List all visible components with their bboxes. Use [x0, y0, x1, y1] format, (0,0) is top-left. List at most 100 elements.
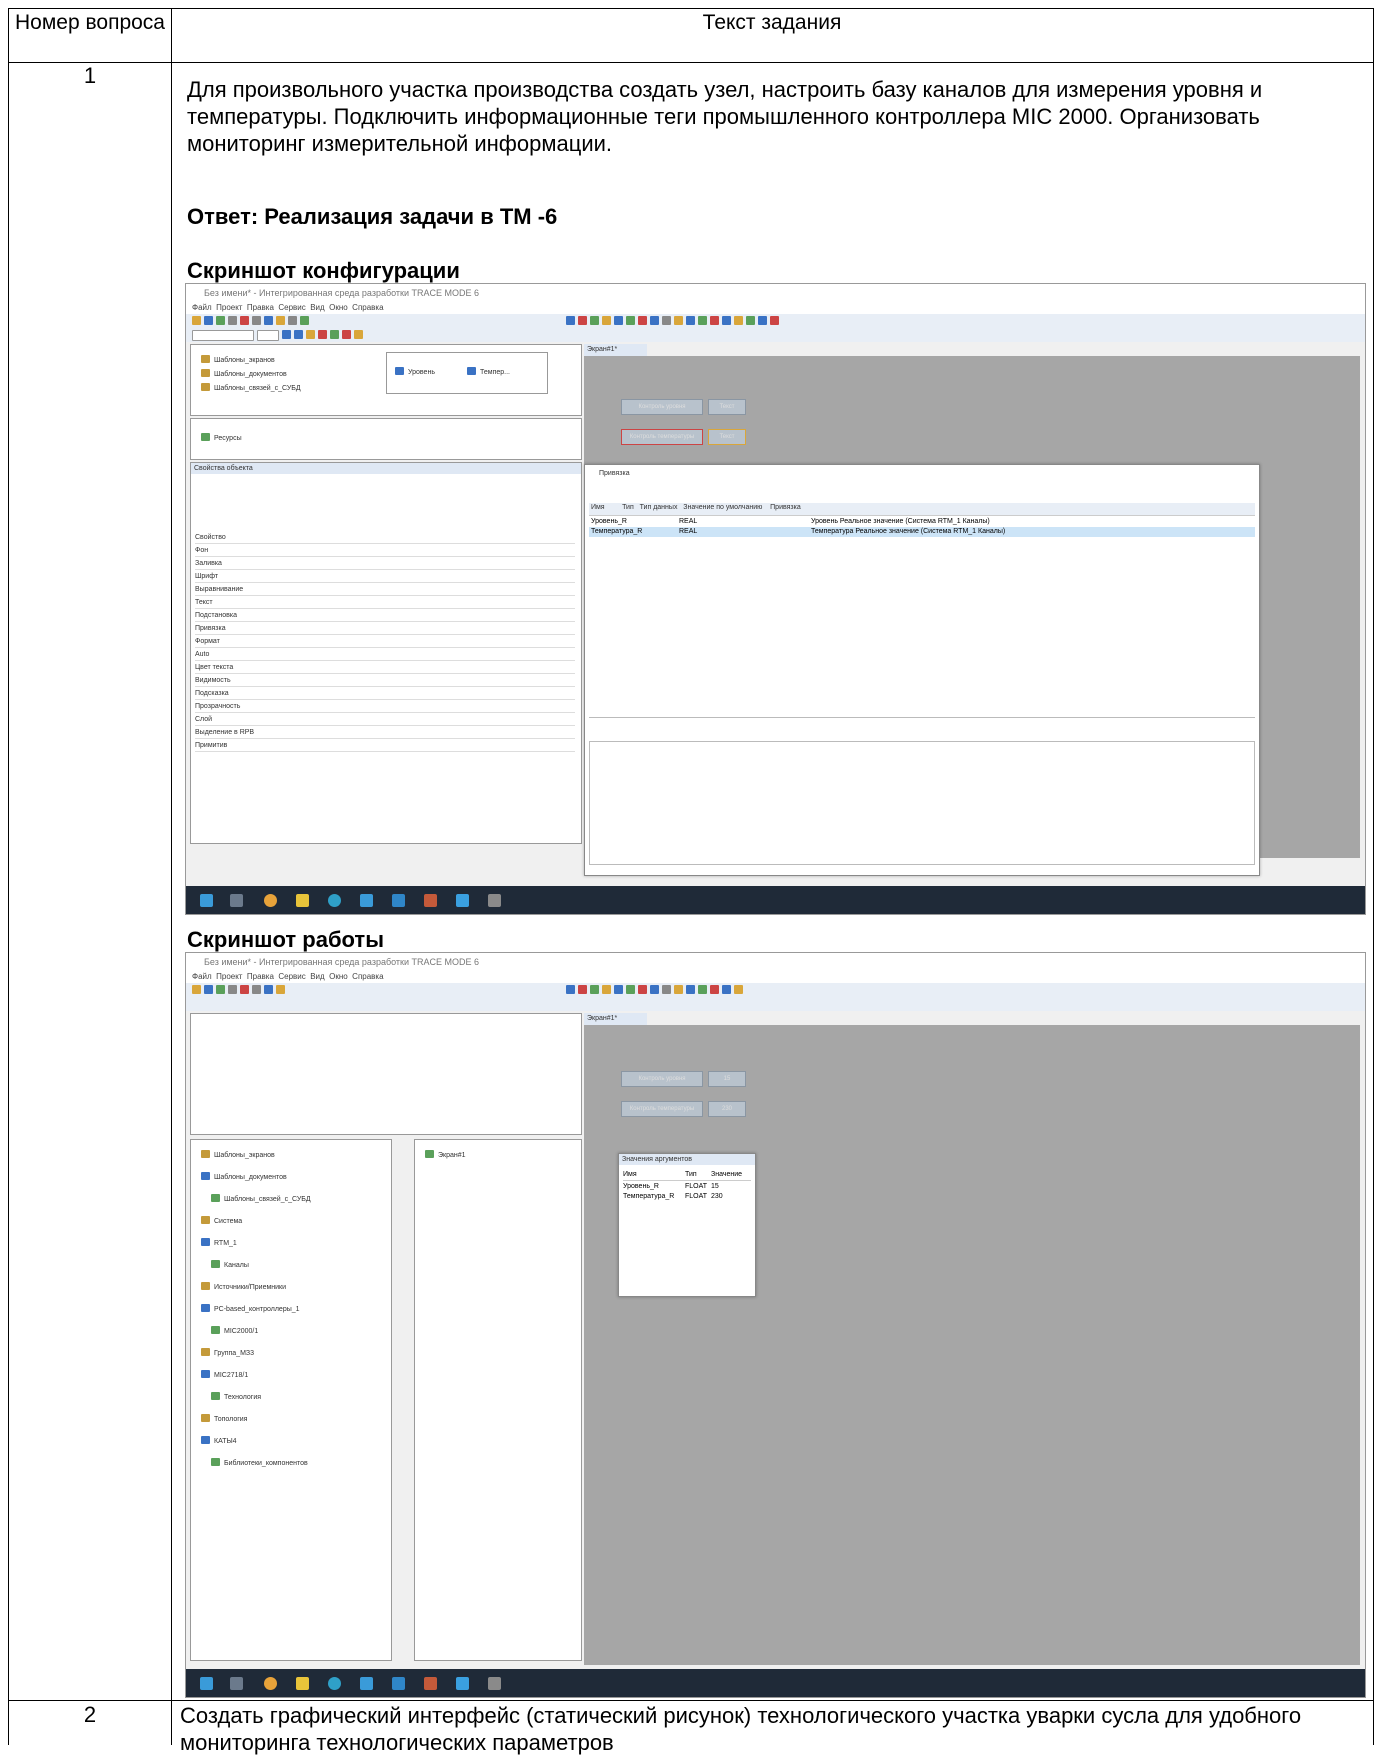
header-bottom-border: [8, 62, 1374, 63]
arguments-title: Значения аргументов: [619, 1154, 755, 1165]
row1-answer: Ответ: Реализация задачи в TM -6: [187, 204, 558, 229]
toolbar-main: [186, 983, 1365, 997]
property-row[interactable]: Свойство: [195, 533, 575, 544]
table-left-border: [8, 8, 9, 1745]
binding-row[interactable]: Уровень_R REAL Уровень Реальное значение…: [589, 517, 1255, 527]
app-titlebar: Без имени* - Интегрированная среда разра…: [186, 953, 1365, 971]
screen-workarea: [584, 1025, 1360, 1665]
screen-tab[interactable]: Экран#1*: [584, 344, 647, 356]
row1-task-text: Для произвольного участка производства с…: [187, 77, 1263, 156]
config-screenshot: Без имени* - Интегрированная среда разра…: [185, 283, 1366, 915]
windows-taskbar: [186, 1669, 1365, 1697]
toolbar-format: [186, 997, 1365, 1011]
table-row: Температура_R FLOAT 230: [623, 1193, 723, 1200]
screens-panel: Экран#1: [414, 1139, 582, 1661]
header-task-label: Текст задания: [702, 11, 842, 34]
level-button[interactable]: Контроль уровня: [621, 399, 703, 415]
table-right-border: [1373, 8, 1374, 1745]
property-row[interactable]: Цвет текста: [195, 663, 575, 674]
property-row[interactable]: Привязка: [195, 624, 575, 635]
folder-icon: [201, 1436, 210, 1444]
folder-icon: [201, 1370, 210, 1378]
property-row[interactable]: Прозрачность: [195, 702, 575, 713]
folder-icon: [211, 1326, 220, 1334]
folder-icon: [211, 1458, 220, 1466]
tree-item[interactable]: MIC2000/1: [211, 1326, 258, 1337]
run-caption: Скриншот работы: [187, 927, 384, 952]
property-row[interactable]: Подсказка: [195, 689, 575, 700]
row1-bottom-border: [8, 1700, 1374, 1701]
tree-item[interactable]: PC-based_контроллеры_1: [201, 1304, 300, 1315]
temp-button[interactable]: Контроль температуры: [621, 429, 703, 445]
level-value: 15: [708, 1071, 746, 1087]
runtime-screenshot: Без имени* - Интегрированная среда разра…: [185, 952, 1366, 1698]
property-row[interactable]: Фон: [195, 546, 575, 557]
property-row[interactable]: Формат: [195, 637, 575, 648]
table-top-border: [8, 8, 1374, 9]
tree-item[interactable]: Топология: [201, 1414, 247, 1425]
folder-icon: [211, 1194, 220, 1202]
object-properties: Свойства объекта Свойство Фон Заливка Шрифт…: [190, 462, 582, 844]
temp-button[interactable]: Контроль температуры: [621, 1101, 703, 1117]
folder-icon: [201, 1172, 210, 1180]
config-caption: Скриншот конфигурации: [187, 258, 460, 283]
tree-item[interactable]: MIC2718/1: [201, 1370, 248, 1381]
tree-item[interactable]: КАТЫ4: [201, 1436, 237, 1447]
folder-icon: [201, 1216, 210, 1224]
tree-item[interactable]: Шаблоны_связей_с_СУБД: [211, 1194, 311, 1205]
folder-icon: [211, 1392, 220, 1400]
tree-item[interactable]: Шаблоны_экранов: [201, 1150, 275, 1161]
temp-value: Текст: [708, 429, 746, 445]
property-row[interactable]: Текст: [195, 598, 575, 609]
tree-item[interactable]: Каналы: [211, 1260, 249, 1271]
row2-number: 2: [83, 1702, 97, 1727]
tree-item[interactable]: Источники/Приемники: [201, 1282, 286, 1293]
property-row[interactable]: Подстановка: [195, 611, 575, 622]
table-row: Уровень_R FLOAT 15: [623, 1183, 719, 1190]
header-number-label: Номер вопроса: [15, 11, 165, 34]
property-row[interactable]: Примитив: [195, 741, 575, 752]
system-panel: Ресурсы: [190, 418, 582, 460]
folder-icon: [201, 1238, 210, 1246]
tree-item[interactable]: Система: [201, 1216, 242, 1227]
menu-bar: Файл Проект Правка Сервис Вид Окно Справ…: [186, 302, 1365, 314]
tree-panel: Шаблоны_экранов Шаблоны_документов Шаблоны…: [190, 1139, 392, 1661]
level-value: Текст: [708, 399, 746, 415]
folder-icon: [201, 1414, 210, 1422]
row2-task-text: Создать графический интерфейс (статическ…: [180, 1703, 1302, 1755]
property-row[interactable]: Выделение в RPB: [195, 728, 575, 739]
property-row[interactable]: Шрифт: [195, 572, 575, 583]
components-panel: Уровень Темпер...: [386, 352, 548, 394]
screen-tab[interactable]: Экран#1*: [584, 1013, 647, 1025]
temp-value: 230: [708, 1101, 746, 1117]
tree-item[interactable]: RTM_1: [201, 1238, 237, 1249]
property-row[interactable]: Видимость: [195, 676, 575, 687]
tree-item[interactable]: Технология: [211, 1392, 261, 1403]
tree-item[interactable]: Библиотеки_компонентов: [211, 1458, 308, 1469]
binding-grid-header: Имя Тип Тип данных Значение по умолчанию…: [589, 503, 1255, 516]
folder-icon: [201, 1282, 210, 1290]
toolbar-format: [186, 328, 1365, 342]
folder-icon: [201, 1150, 210, 1158]
row1-number: 1: [83, 63, 97, 88]
menu-bar: Файл Проект Правка Сервис Вид Окно Справ…: [186, 971, 1365, 983]
toolbar-main: [186, 314, 1365, 328]
app-titlebar: Без имени* - Интегрированная среда разра…: [186, 284, 1365, 302]
tree-item[interactable]: Группа_МЗ3: [201, 1348, 254, 1359]
dialog-title: Привязка: [599, 470, 630, 477]
property-row[interactable]: Выравнивание: [195, 585, 575, 596]
arguments-window: Значения аргументов Имя Тип Значение Уро…: [618, 1153, 756, 1297]
binding-row[interactable]: Температура_R REAL Температура Реальное …: [589, 527, 1255, 537]
folder-icon: [201, 1348, 210, 1356]
folder-icon: [211, 1260, 220, 1268]
binding-dialog: Привязка Имя Тип Тип данных Значение по …: [584, 464, 1260, 876]
windows-taskbar: [186, 886, 1365, 914]
property-row[interactable]: Слой: [195, 715, 575, 726]
tree-item[interactable]: Шаблоны_документов: [201, 1172, 287, 1183]
property-row[interactable]: Заливка: [195, 559, 575, 570]
folder-icon: [201, 1304, 210, 1312]
level-button[interactable]: Контроль уровня: [621, 1071, 703, 1087]
column-divider: [171, 8, 172, 1745]
project-navigator: [190, 1013, 582, 1135]
property-row[interactable]: Auto: [195, 650, 575, 661]
